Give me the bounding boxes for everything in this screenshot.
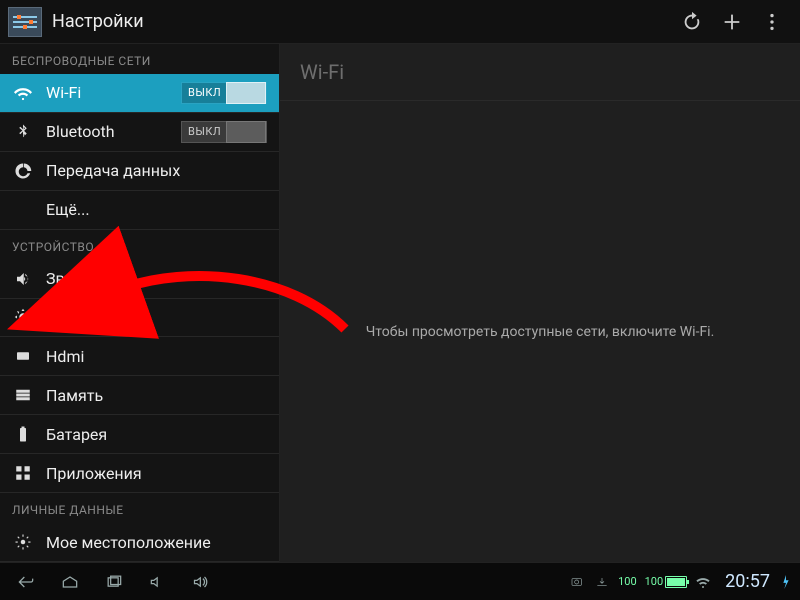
brightness-icon (12, 308, 34, 326)
volume-down-button[interactable] (138, 567, 178, 597)
refresh-button[interactable] (672, 2, 712, 42)
action-bar: Настройки (0, 0, 800, 44)
download-status-icon (594, 575, 610, 589)
home-button[interactable] (50, 567, 90, 597)
sidebar-item-label: Wi-Fi (46, 83, 181, 102)
section-personal: ЛИЧНЫЕ ДАННЫЕ (0, 493, 279, 523)
location-icon (12, 533, 34, 551)
battery-icon (12, 425, 34, 443)
sidebar-item-bluetooth[interactable]: Bluetooth ВЫКЛ (0, 113, 279, 152)
battery-status: 100 (645, 575, 688, 588)
sidebar-item-more[interactable]: Ещё... (0, 191, 279, 230)
sidebar-item-label: Память (46, 386, 267, 405)
recent-apps-button[interactable] (94, 567, 134, 597)
status-clock[interactable]: 20:57 (725, 571, 770, 592)
back-button[interactable] (6, 567, 46, 597)
sidebar-item-label: Hdmi (46, 347, 267, 366)
sidebar-item-label: Передача данных (46, 161, 267, 180)
hdmi-icon (12, 347, 34, 365)
storage-icon (12, 386, 34, 404)
sidebar-item-apps[interactable]: Приложения (0, 454, 279, 493)
sidebar-item-label: Ещё... (46, 200, 267, 219)
sidebar-item-label: Мое местоположение (46, 533, 267, 552)
settings-sidebar: БЕСПРОВОДНЫЕ СЕТИ Wi-Fi ВЫКЛ Bluetooth В… (0, 44, 280, 562)
apps-icon (12, 464, 34, 482)
sidebar-item-battery[interactable]: Батарея (0, 415, 279, 454)
wifi-off-message: Чтобы просмотреть доступные сети, включи… (366, 324, 715, 340)
plus-icon (721, 11, 743, 33)
overflow-icon (761, 11, 783, 33)
sidebar-item-data-usage[interactable]: Передача данных (0, 152, 279, 191)
wifi-icon (12, 84, 34, 102)
toggle-state-label: ВЫКЛ (188, 125, 221, 138)
overflow-menu-button[interactable] (752, 2, 792, 42)
content-title: Wi-Fi (280, 44, 800, 101)
sound-icon (12, 270, 34, 288)
sidebar-item-label: Приложения (46, 464, 267, 483)
camera-status-icon (570, 575, 586, 589)
settings-app-icon (8, 7, 42, 37)
section-device: УСТРОЙСТВО (0, 230, 279, 260)
wifi-status-icon (695, 575, 711, 589)
wifi-toggle[interactable]: ВЫКЛ (181, 82, 267, 104)
content-pane: Wi-Fi Чтобы просмотреть доступные сети, … (280, 44, 800, 562)
action-bar-title: Настройки (52, 11, 144, 32)
sidebar-item-storage[interactable]: Память (0, 376, 279, 415)
sidebar-item-location[interactable]: Мое местоположение (0, 523, 279, 562)
sidebar-item-sound[interactable]: Звук (0, 260, 279, 299)
sidebar-item-hdmi[interactable]: Hdmi (0, 337, 279, 376)
toggle-state-label: ВЫКЛ (188, 86, 221, 99)
sidebar-item-label: Экран (46, 308, 267, 327)
refresh-icon (681, 11, 703, 33)
status-battery-pct: 100 (645, 575, 664, 588)
bluetooth-toggle[interactable]: ВЫКЛ (181, 121, 267, 143)
status-signal-pct: 100 (618, 575, 637, 588)
add-button[interactable] (712, 2, 752, 42)
sidebar-item-label: Батарея (46, 425, 267, 444)
bluetooth-icon (12, 123, 34, 141)
sidebar-item-label: Bluetooth (46, 122, 181, 141)
volume-up-button[interactable] (182, 567, 222, 597)
sidebar-item-label: Звук (46, 269, 267, 288)
system-nav-bar: 100 100 20:57 (0, 562, 800, 600)
sidebar-item-wifi[interactable]: Wi-Fi ВЫКЛ (0, 74, 279, 113)
charging-icon (778, 575, 794, 589)
data-usage-icon (12, 162, 34, 180)
section-wireless: БЕСПРОВОДНЫЕ СЕТИ (0, 44, 279, 74)
sidebar-item-display[interactable]: Экран (0, 299, 279, 338)
